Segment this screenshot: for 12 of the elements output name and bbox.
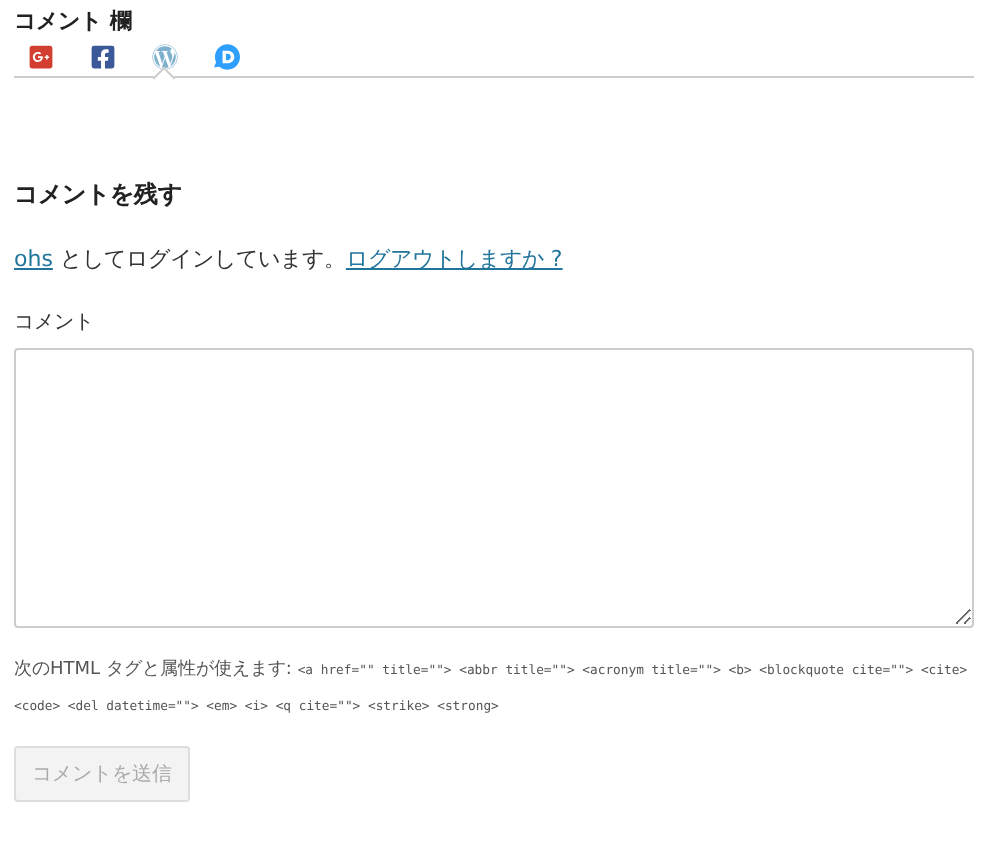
comment-field[interactable] — [14, 348, 974, 628]
facebook-icon — [89, 44, 115, 70]
login-status-text: ohs としてログインしています。ログアウトしますか ? — [14, 244, 565, 276]
section-title: コメント 欄 — [14, 6, 134, 36]
disqus-icon — [213, 44, 239, 70]
google-plus-icon — [27, 44, 53, 70]
comment-label: コメント — [14, 312, 96, 336]
login-tab[interactable] — [212, 44, 240, 76]
form-heading: コメントを残す — [14, 178, 184, 210]
username-link[interactable]: ohs — [14, 246, 53, 272]
logout-link[interactable]: ログアウトしますか ? — [345, 246, 563, 272]
wordpress-icon — [151, 44, 177, 70]
